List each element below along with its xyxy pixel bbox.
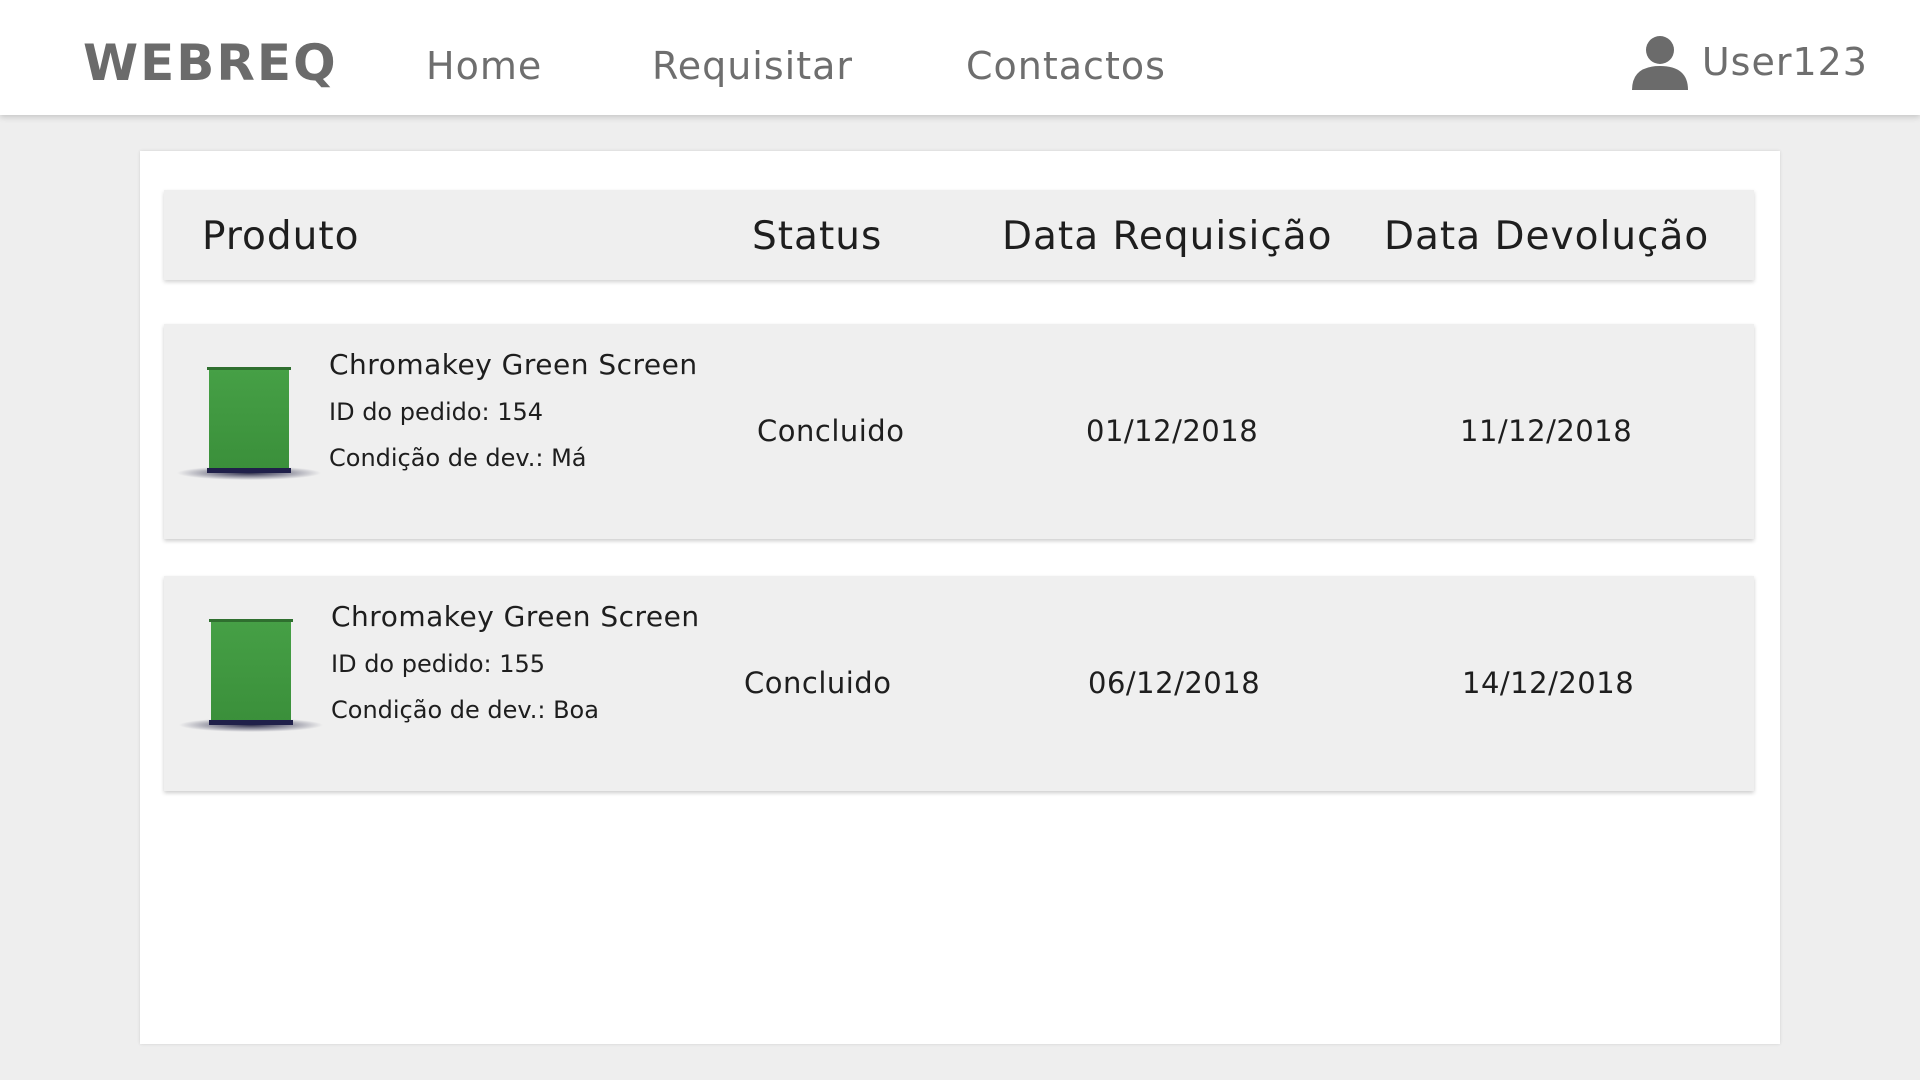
request-date-cell: 01/12/2018	[1086, 414, 1259, 448]
green-screen-image	[179, 619, 323, 732]
table-header: Produto Status Data Requisição Data Devo…	[164, 190, 1754, 280]
column-header-status: Status	[752, 214, 883, 259]
order-id: ID do pedido: 154	[329, 398, 544, 426]
user-icon	[1631, 36, 1688, 90]
nav-requisitar[interactable]: Requisitar	[652, 44, 853, 88]
table-row[interactable]: Chromakey Green Screen ID do pedido: 155…	[164, 576, 1754, 791]
green-screen-image	[177, 367, 321, 480]
return-date-cell: 11/12/2018	[1460, 414, 1633, 448]
column-header-data-devolucao: Data Devolução	[1384, 214, 1710, 259]
column-header-data-requisicao: Data Requisição	[1002, 214, 1333, 259]
return-date-cell: 14/12/2018	[1462, 666, 1635, 700]
user-menu[interactable]: User123	[1630, 32, 1868, 92]
product-name: Chromakey Green Screen	[329, 348, 698, 381]
return-condition: Condição de dev.: Má	[329, 444, 587, 472]
column-header-produto: Produto	[202, 214, 360, 259]
product-name: Chromakey Green Screen	[331, 600, 700, 633]
top-navigation-bar: WEBREQ Home Requisitar Contactos User123	[0, 0, 1920, 115]
order-id: ID do pedido: 155	[331, 650, 546, 678]
logo[interactable]: WEBREQ	[83, 34, 338, 92]
nav-home[interactable]: Home	[426, 44, 542, 88]
return-condition: Condição de dev.: Boa	[331, 696, 599, 724]
requests-panel: Produto Status Data Requisição Data Devo…	[140, 151, 1780, 1044]
nav-contactos[interactable]: Contactos	[966, 44, 1166, 88]
status-cell: Concluido	[744, 666, 892, 700]
table-row[interactable]: Chromakey Green Screen ID do pedido: 154…	[164, 324, 1754, 539]
user-name: User123	[1701, 40, 1868, 84]
status-cell: Concluido	[757, 414, 905, 448]
request-date-cell: 06/12/2018	[1088, 666, 1261, 700]
